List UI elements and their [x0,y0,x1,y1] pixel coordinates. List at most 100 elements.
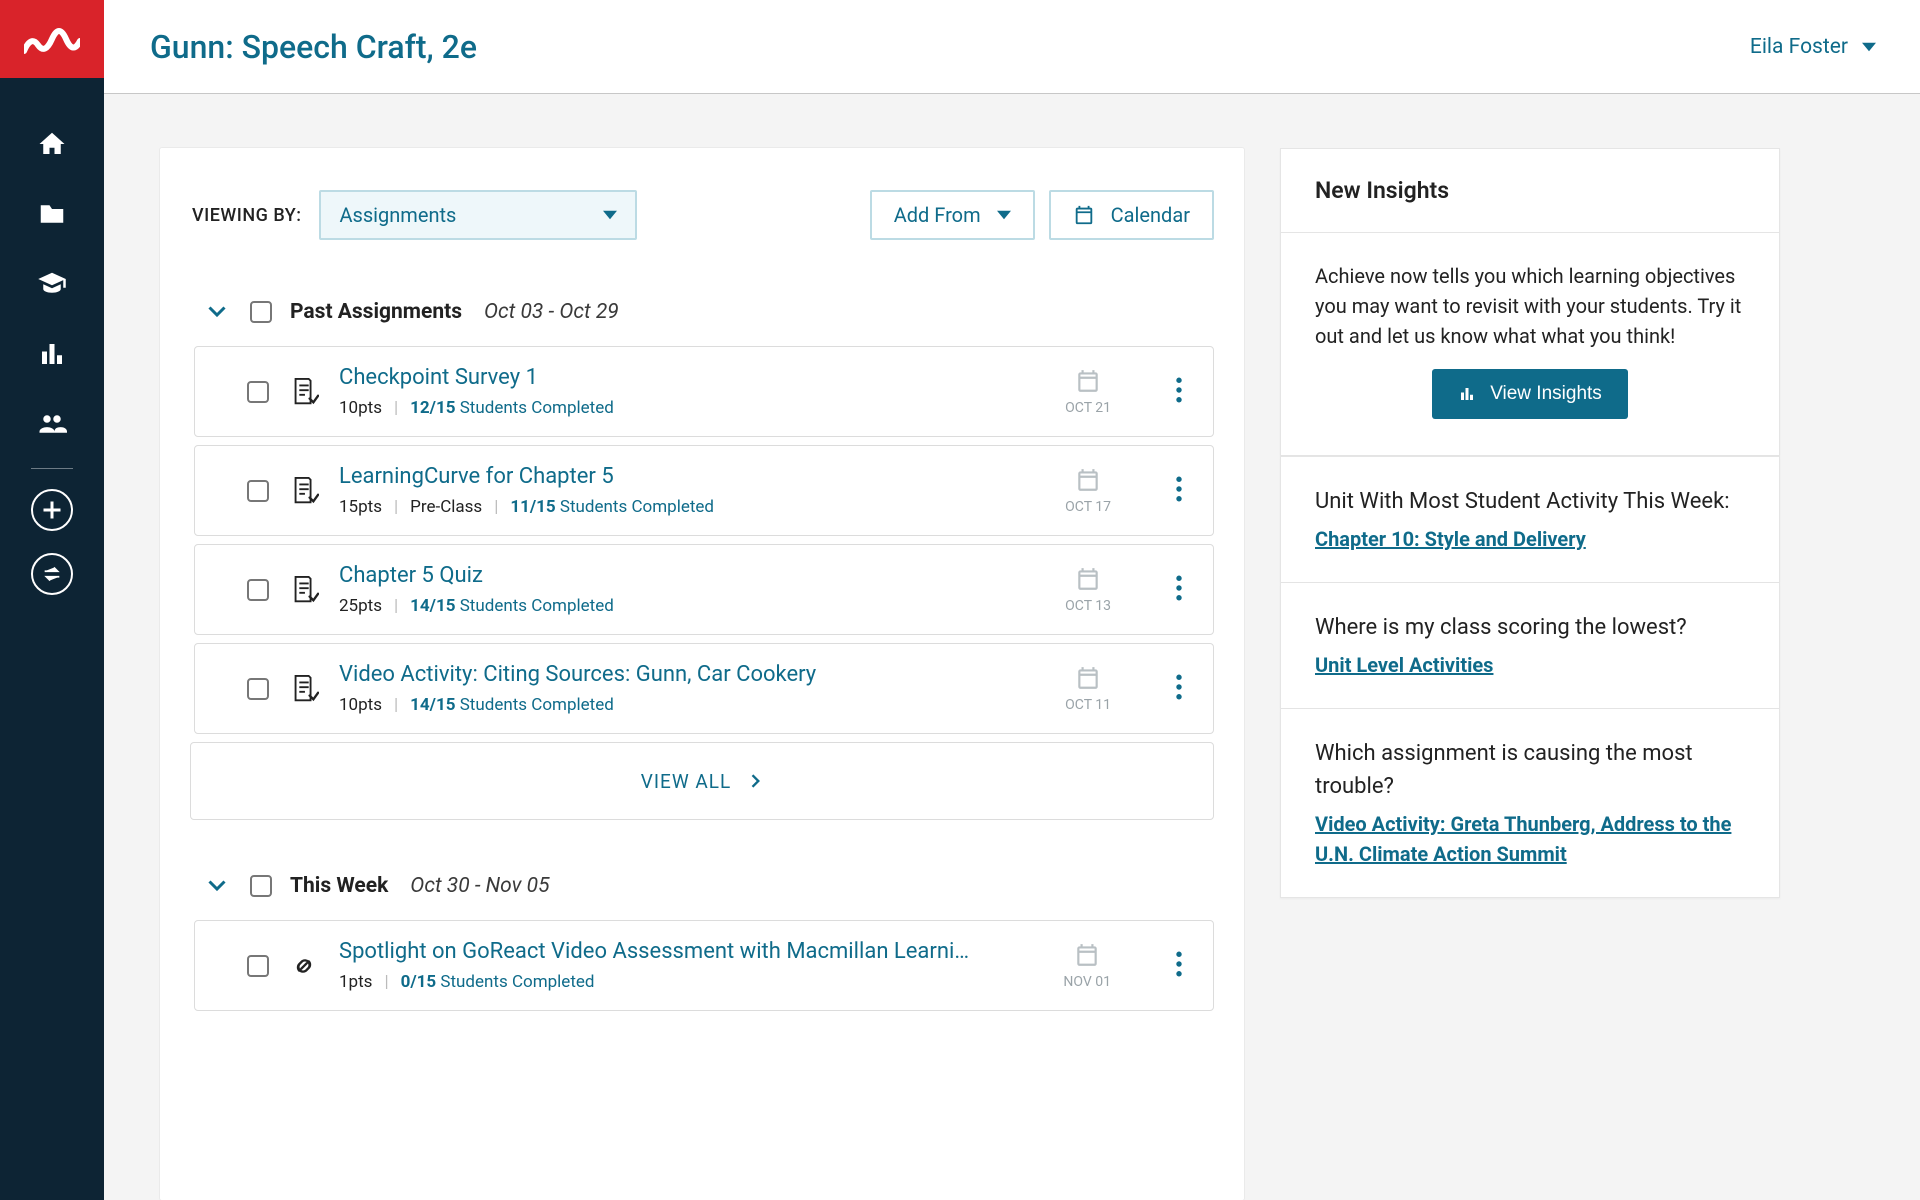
insight-body: Which assignment is causing the most tro… [1281,709,1779,897]
insight-block: Where is my class scoring the lowest?Uni… [1280,583,1780,709]
row-menu-icon[interactable] [1169,472,1189,510]
assignment-row[interactable]: Chapter 5 Quiz25pts|14/15 Students Compl… [194,544,1214,635]
insights-desc: Achieve now tells you which learning obj… [1315,261,1745,351]
assignment-points: 10pts [339,398,382,418]
due-date: OCT 13 [1065,566,1111,614]
course-title: Gunn: Speech Craft, 2e [150,28,477,66]
document-check-icon [289,377,319,407]
insight-block: Which assignment is causing the most tro… [1280,709,1780,898]
add-from-button[interactable]: Add From [870,190,1035,240]
view-insights-label: View Insights [1490,383,1602,405]
completion-fraction: 11/15 [510,497,555,517]
completion-link[interactable]: 14/15 Students Completed [410,596,614,616]
insight-body: Unit With Most Student Activity This Wee… [1281,457,1779,582]
calendar-label: Calendar [1111,203,1190,227]
due-date: NOV 01 [1063,942,1111,990]
completion-link[interactable]: 0/15 Students Completed [401,972,595,992]
preclass-label: Pre-Class [410,497,482,517]
assignment-name[interactable]: Video Activity: Citing Sources: Gunn, Ca… [339,662,1045,687]
section-title-thisweek: This Week [290,874,388,898]
assignment-row[interactable]: LearningCurve for Chapter 5 15pts | Pre-Cla… [194,445,1214,536]
assignment-points: 1pts [339,972,372,992]
group-icon[interactable] [36,408,68,440]
collapse-thisweek-icon[interactable] [208,874,232,898]
due-date: OCT 11 [1065,665,1111,713]
completion-link[interactable]: 12/15 Students Completed [410,398,614,418]
swap-button[interactable] [31,553,73,595]
assignment-meta: Video Activity: Citing Sources: Gunn, Ca… [339,662,1045,715]
assignment-name[interactable]: Chapter 5 Quiz [339,563,1045,588]
section-head-past: Past Assignments Oct 03 - Oct 29 [208,300,1214,324]
assignment-checkbox[interactable] [247,955,269,977]
toolbar: VIEWING BY: Assignments Add From Calenda… [190,190,1214,240]
insight-heading: Which assignment is causing the most tro… [1315,737,1745,803]
assignment-row[interactable]: Video Activity: Citing Sources: Gunn, Ca… [194,643,1214,734]
view-all-label: VIEW ALL [641,770,732,793]
select-all-past-checkbox[interactable] [250,301,272,323]
select-all-thisweek-checkbox[interactable] [250,875,272,897]
insight-block: Unit With Most Student Activity This Wee… [1280,456,1780,583]
assignment-points: 15pts [339,497,382,517]
viewing-by-select[interactable]: Assignments [319,190,637,240]
brand-logo[interactable] [0,0,104,78]
insights-column: New Insights Achieve now tells you which… [1280,148,1780,1200]
assignment-points: 10pts [339,695,382,715]
bar-chart-icon[interactable] [36,338,68,370]
user-menu[interactable]: Eila Foster [1750,35,1876,59]
document-check-icon [289,674,319,704]
insight-body: Where is my class scoring the lowest?Uni… [1281,583,1779,708]
add-from-label: Add From [894,203,981,227]
assignment-name[interactable]: Checkpoint Survey 1 [339,365,1045,390]
assignment-checkbox[interactable] [247,480,269,502]
due-date: OCT 21 [1065,368,1111,416]
assignment-row[interactable]: Checkpoint Survey 1 10pts | 12/15 Students … [194,346,1214,437]
thisweek-assignments-list: Spotlight on GoReact Video Assessment wi… [194,920,1214,1011]
assignment-checkbox[interactable] [247,381,269,403]
assignment-checkbox[interactable] [247,579,269,601]
row-menu-icon[interactable] [1169,947,1189,985]
view-insights-button[interactable]: View Insights [1432,369,1628,419]
collapse-past-icon[interactable] [208,300,232,324]
assignment-meta: LearningCurve for Chapter 5 15pts | Pre-Cla… [339,464,1045,517]
row-menu-icon[interactable] [1169,670,1189,708]
due-date-text: OCT 17 [1065,499,1111,515]
assignment-row[interactable]: Spotlight on GoReact Video Assessment wi… [194,920,1214,1011]
row-menu-icon[interactable] [1169,373,1189,411]
completion-link[interactable]: 14/15 Students Completed [410,695,614,715]
calendar-button[interactable]: Calendar [1049,190,1214,240]
folder-icon[interactable] [36,198,68,230]
assignment-meta: Spotlight on GoReact Video Assessment wi… [339,939,1043,992]
completion-link[interactable]: 11/15 Students Completed [510,497,714,517]
insights-body: Achieve now tells you which learning obj… [1281,233,1779,455]
nav-rail [0,0,104,1200]
viewing-by-value: Assignments [339,203,456,227]
section-range-thisweek: Oct 30 - Nov 05 [410,874,549,898]
assignment-name[interactable]: Spotlight on GoReact Video Assessment wi… [339,939,1043,964]
completion-fraction: 14/15 [410,695,455,715]
separator: | [494,497,498,517]
insights-panel: New Insights Achieve now tells you which… [1280,148,1780,456]
insight-link[interactable]: Unit Level Activities [1315,653,1493,677]
user-name: Eila Foster [1750,35,1848,59]
assignment-meta: Checkpoint Survey 1 10pts | 12/15 Students … [339,365,1045,418]
insight-link[interactable]: Video Activity: Greta Thunberg, Address … [1315,812,1731,866]
document-check-icon [289,575,319,605]
graduation-icon[interactable] [36,268,68,300]
home-icon[interactable] [36,128,68,160]
due-date-text: OCT 13 [1065,598,1111,614]
insight-heading: Unit With Most Student Activity This Wee… [1315,485,1745,518]
insight-link[interactable]: Chapter 10: Style and Delivery [1315,527,1586,551]
separator: | [394,398,398,418]
assignment-subline: 10pts|14/15 Students Completed [339,695,1045,715]
page-header: Gunn: Speech Craft, 2e Eila Foster [104,0,1920,94]
row-menu-icon[interactable] [1169,571,1189,609]
add-button[interactable] [31,489,73,531]
assignment-name[interactable]: LearningCurve for Chapter 5 [339,464,1045,489]
assignment-checkbox[interactable] [247,678,269,700]
view-all-button[interactable]: VIEW ALL [190,742,1214,820]
assignment-points: 25pts [339,596,382,616]
section-head-thisweek: This Week Oct 30 - Nov 05 [208,874,1214,898]
section-range-past: Oct 03 - Oct 29 [484,300,619,324]
assignment-meta: Chapter 5 Quiz25pts|14/15 Students Compl… [339,563,1045,616]
separator: | [384,972,388,992]
